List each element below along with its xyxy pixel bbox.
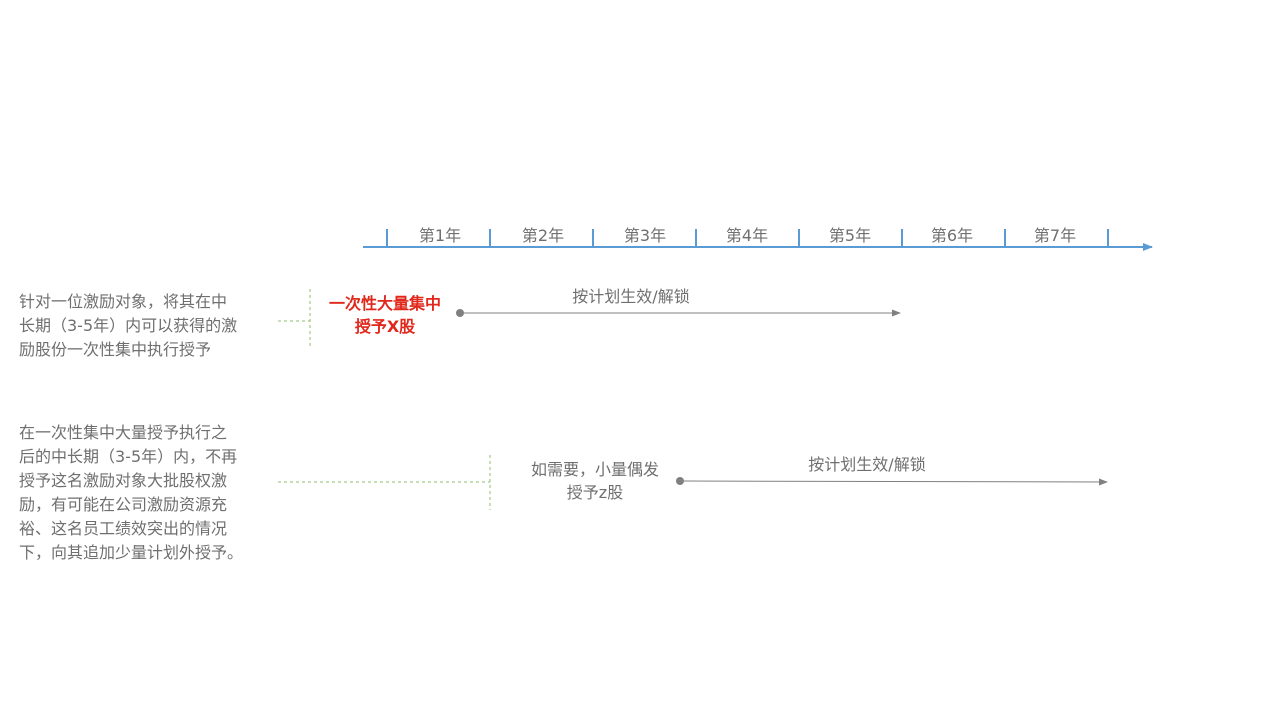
row2-vesting-arrow [679, 478, 1108, 486]
row2-grant-label: 如需要，小量偶发 授予z股 [531, 458, 659, 504]
year-label-5: 第5年 [828, 226, 872, 245]
year-label-3: 第3年 [623, 226, 667, 245]
row2-description-line: 裕、这名员工绩效突出的情况 [19, 519, 228, 538]
row1-description-line: 励股份一次性集中执行授予 [19, 340, 212, 359]
row2-description-line: 授予这名激励对象大批股权激 [19, 471, 228, 490]
year-label-4: 第4年 [725, 226, 769, 245]
row2-description-line: 在一次性集中大量授予执行之 [19, 423, 228, 442]
row1-description: 针对一位激励对象，将其在中 长期（3-5年）内可以获得的激 励股份一次性集中执行… [19, 290, 237, 362]
year-label-2: 第2年 [521, 226, 565, 245]
year-label-1: 第1年 [418, 226, 462, 245]
row2-description-line: 后的中长期（3-5年）内，不再 [19, 447, 238, 466]
year-label-6: 第6年 [930, 226, 974, 245]
row2-grant-line: 授予z股 [566, 483, 624, 502]
row1-vesting-label: 按计划生效/解锁 [572, 287, 690, 306]
year-label-7: 第7年 [1033, 226, 1077, 245]
row2-vesting-label: 按计划生效/解锁 [808, 455, 926, 474]
row1-grant-line: 一次性大量集中 [328, 294, 442, 313]
row2-description-line: 励，有可能在公司激励资源充 [19, 495, 228, 514]
row1-description-line: 针对一位激励对象，将其在中 [19, 292, 228, 311]
row2-description-line: 下，向其追加少量计划外授予。 [19, 543, 244, 562]
row2-description: 在一次性集中大量授予执行之 后的中长期（3-5年）内，不再 授予这名激励对象大批… [19, 421, 243, 565]
row1-grant-label: 一次性大量集中 授予X股 [329, 292, 441, 338]
row1-description-line: 长期（3-5年）内可以获得的激 [19, 316, 238, 335]
row2-grant-line: 如需要，小量偶发 [530, 460, 660, 479]
row1-grant-line: 授予X股 [354, 317, 416, 336]
